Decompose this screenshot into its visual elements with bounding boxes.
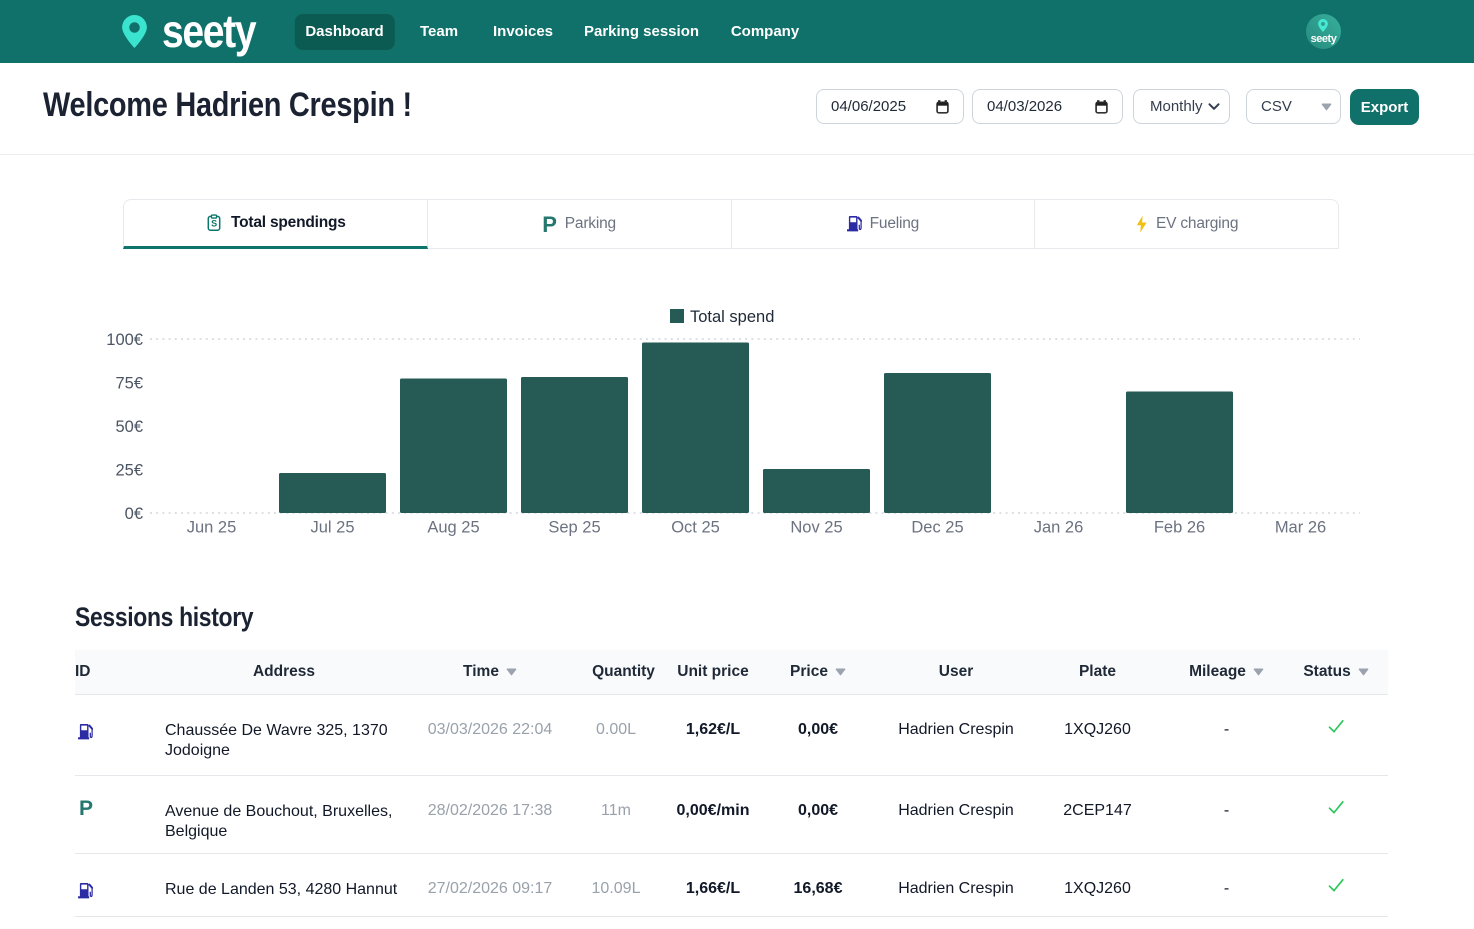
svg-text:Dec 25: Dec 25 — [911, 519, 963, 537]
svg-text:0€: 0€ — [125, 505, 143, 523]
svg-text:50€: 50€ — [115, 418, 143, 436]
svg-text:S: S — [211, 219, 217, 229]
svg-text:Aug 25: Aug 25 — [427, 519, 479, 537]
svg-text:Jul 25: Jul 25 — [310, 519, 354, 537]
svg-text:Jan 26: Jan 26 — [1034, 519, 1084, 537]
svg-text:100€: 100€ — [106, 331, 143, 349]
svg-text:25€: 25€ — [115, 462, 143, 480]
svg-text:75€: 75€ — [115, 375, 143, 393]
svg-text:Feb 26: Feb 26 — [1154, 519, 1205, 537]
svg-text:Nov 25: Nov 25 — [790, 519, 842, 537]
svg-text:Oct 25: Oct 25 — [671, 519, 720, 537]
svg-text:Total spend: Total spend — [690, 308, 774, 326]
svg-text:Jun 25: Jun 25 — [187, 519, 237, 537]
svg-text:Sep 25: Sep 25 — [548, 519, 600, 537]
svg-text:Mar 26: Mar 26 — [1275, 519, 1326, 537]
